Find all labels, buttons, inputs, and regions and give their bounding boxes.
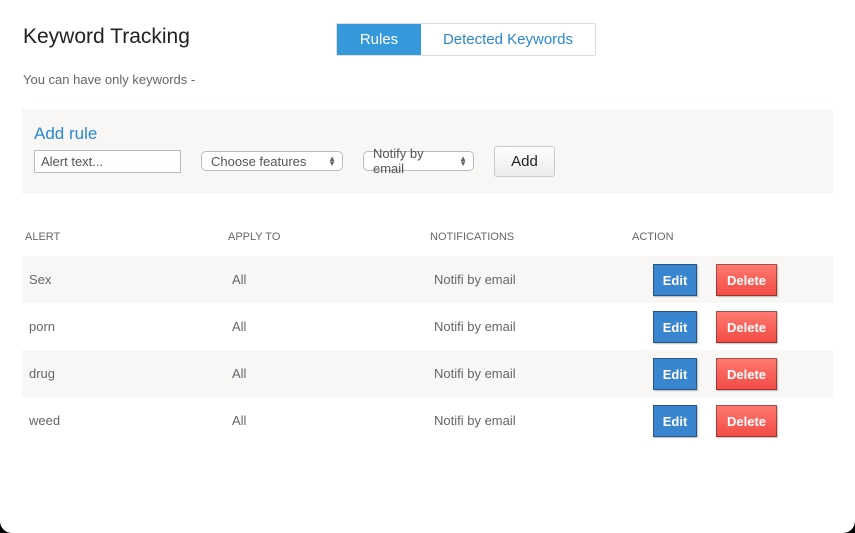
column-header-apply-to: APPLY TO: [228, 231, 281, 243]
apply-to-cell: All: [232, 366, 247, 381]
alert-cell: weed: [29, 413, 61, 428]
alert-cell: drug: [29, 366, 56, 381]
alert-text-input[interactable]: [34, 150, 181, 173]
apply-to-cell: All: [232, 413, 247, 428]
choose-features-select[interactable]: Choose features ▲ ▼: [201, 151, 343, 171]
page-title: Keyword Tracking: [23, 25, 190, 48]
notification-cell: Notifi by email: [434, 413, 516, 428]
table-row: Sex All Notifi by email Edit Delete: [22, 256, 833, 303]
select-arrows-icon: ▲ ▼: [328, 154, 336, 168]
add-rule-heading: Add rule: [34, 124, 98, 143]
column-header-action: ACTION: [632, 231, 674, 243]
delete-button[interactable]: Delete: [716, 311, 777, 343]
edit-button[interactable]: Edit: [653, 405, 697, 437]
delete-button[interactable]: Delete: [716, 358, 777, 390]
alert-cell: porn: [29, 319, 56, 334]
table-row: drug All Notifi by email Edit Delete: [22, 350, 833, 397]
apply-to-cell: All: [232, 272, 247, 287]
view-tabs: Rules Detected Keywords: [336, 23, 596, 56]
notification-cell: Notifi by email: [434, 319, 516, 334]
notify-select-value: Notify by email: [373, 146, 424, 176]
tab-detected-keywords[interactable]: Detected Keywords: [421, 24, 595, 55]
table-row: weed All Notifi by email Edit Delete: [22, 397, 833, 444]
page-subtitle: You can have only keywords -: [23, 72, 196, 87]
tab-rules[interactable]: Rules: [337, 24, 421, 55]
choose-features-value: Choose features: [211, 153, 307, 169]
notification-cell: Notifi by email: [434, 366, 516, 381]
edit-button[interactable]: Edit: [653, 358, 697, 390]
table-row: porn All Notifi by email Edit Delete: [22, 303, 833, 350]
notification-cell: Notifi by email: [434, 272, 516, 287]
column-header-alert: ALERT: [25, 231, 61, 243]
select-arrows-icon: ▲ ▼: [459, 154, 467, 168]
column-header-notifications: NOTIFICATIONS: [430, 231, 515, 243]
notify-select[interactable]: Notify by email ▲ ▼: [363, 146, 474, 176]
add-button[interactable]: Add: [494, 146, 555, 177]
apply-to-cell: All: [232, 319, 247, 334]
add-rule-panel: Add rule Choose features ▲▼ Notify by em…: [22, 109, 833, 194]
alert-cell: Sex: [29, 272, 52, 287]
edit-button[interactable]: Edit: [653, 264, 697, 296]
delete-button[interactable]: Delete: [716, 264, 777, 296]
edit-button[interactable]: Edit: [653, 311, 697, 343]
delete-button[interactable]: Delete: [716, 405, 777, 437]
keyword-tracking-window: Keyword Tracking You can have only keywo…: [0, 0, 855, 533]
